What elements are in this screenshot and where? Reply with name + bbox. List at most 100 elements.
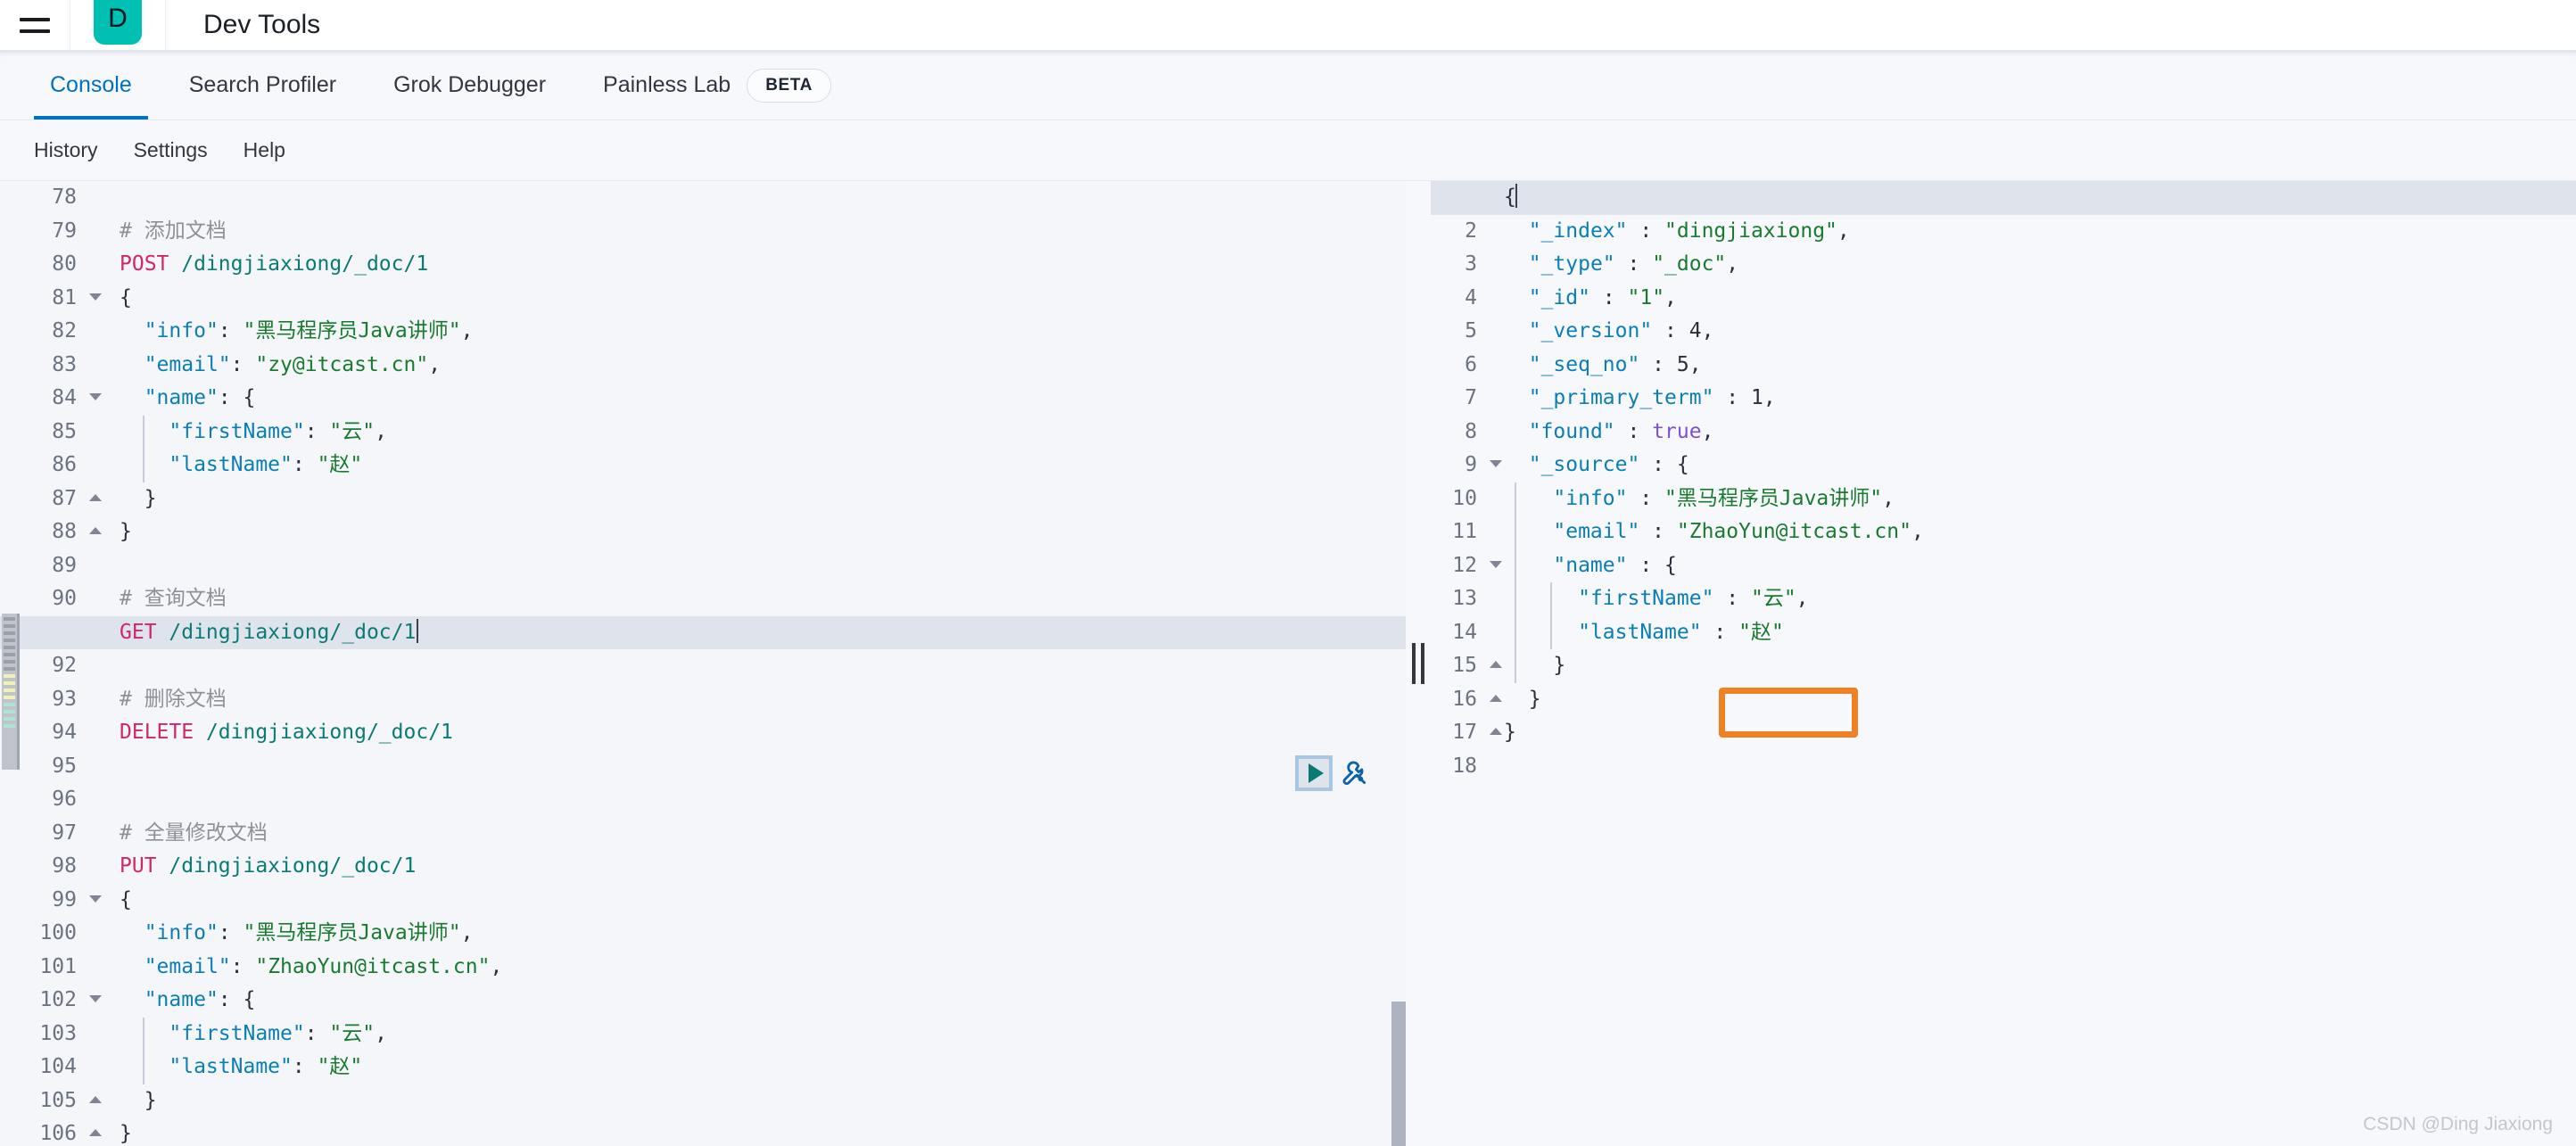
code-token: , [1726,252,1739,276]
send-request-play-icon[interactable] [1295,755,1333,791]
pane-splitter[interactable] [1406,181,1431,1146]
indent-guide [143,415,144,449]
code-line[interactable]: "_primary_term" : 1, [1406,382,2576,416]
code-token: : { [1627,553,1677,577]
code-line[interactable]: { [0,884,1406,918]
code-line[interactable] [1406,750,2576,784]
code-token: "1" [1627,285,1665,309]
response-code-area[interactable]: { "_index" : "dingjiaxiong", "_type" : "… [1406,181,2576,783]
code-line[interactable]: "info": "黑马程序员Java讲师", [0,917,1406,951]
editor-code-area[interactable]: # 添加文档 POST /dingjiaxiong/_doc/1 { "info":… [0,181,1406,1146]
code-token: "lastName" [169,453,293,476]
code-line[interactable]: "_index" : "dingjiaxiong", [1406,215,2576,249]
code-line[interactable]: "name" : { [1406,548,2576,582]
menu-toggle-cell[interactable] [0,0,70,50]
tab-console[interactable]: Console [34,51,148,120]
response-body[interactable]: 123456789101112131415161718 { "_index" :… [1406,181,2576,1146]
code-token: "email" [144,352,231,376]
code-line[interactable]: "info" : "黑马程序员Java讲师", [1406,482,2576,515]
text-cursor [417,618,419,643]
hamburger-icon[interactable] [20,13,50,37]
code-token: # 查询文档 [120,587,227,610]
code-token: "赵" [1738,620,1784,644]
code-line[interactable]: } [1406,716,2576,750]
code-line[interactable]: "email": "zy@itcast.cn", [0,349,1406,383]
code-line[interactable]: "found" : true, [1406,416,2576,449]
code-line[interactable]: # 删除文档 [0,683,1406,717]
code-line[interactable]: } [0,515,1406,549]
request-editor-body[interactable]: 7879808182838485868788899091929394959697… [0,181,1406,1146]
code-line[interactable]: DELETE /dingjiaxiong/_doc/1 [0,716,1406,750]
code-token: "_type" [1528,252,1615,276]
code-line[interactable]: } [1406,649,2576,683]
code-line[interactable] [0,750,1406,784]
code-line[interactable]: "lastName": "赵" [0,449,1406,482]
tab-bar: Console Search Profiler Grok Debugger Pa… [0,51,2576,120]
code-token: "email" [1553,520,1640,543]
code-line[interactable] [0,783,1406,817]
code-token: , [460,921,474,944]
editor-vertical-scrollbar[interactable] [1391,1002,1406,1146]
code-line[interactable]: # 添加文档 [0,215,1406,249]
editor-minimap-scrollbar[interactable] [0,181,24,1146]
code-line[interactable]: "firstName": "云", [0,415,1406,449]
code-line[interactable]: GET /dingjiaxiong/_doc/1 [0,615,1406,649]
code-token: 4 [1688,319,1702,342]
code-line[interactable]: # 全量修改文档 [0,817,1406,851]
code-line[interactable]: } [1406,683,2576,717]
indent-guide [1515,582,1516,616]
code-line[interactable]: } [0,1084,1406,1118]
code-line[interactable]: "_version" : 4, [1406,315,2576,349]
code-line[interactable]: "lastName": "赵" [0,1051,1406,1084]
code-line[interactable]: "info": "黑马程序员Java讲师", [0,315,1406,349]
code-token: : [1713,587,1751,610]
code-token: } [120,486,157,510]
code-line[interactable]: "name": { [0,984,1406,1018]
code-line[interactable]: "firstName" : "云", [1406,582,2576,616]
code-token: /dingjiaxiong/_doc/1 [156,620,417,644]
code-token: "_version" [1528,319,1653,342]
request-line-actions[interactable] [1295,755,1370,791]
menu-item-settings[interactable]: Settings [134,138,208,162]
code-line[interactable]: "firstName": "云", [0,1017,1406,1051]
response-pane[interactable]: 123456789101112131415161718 { "_index" :… [1406,181,2576,1146]
text-cursor [1515,184,1517,208]
splitter-grip-icon[interactable] [1412,643,1424,684]
code-line[interactable]: POST /dingjiaxiong/_doc/1 [0,248,1406,282]
minimap-thumb[interactable] [2,614,20,770]
code-line[interactable]: "_id" : "1", [1406,282,2576,316]
request-editor-pane[interactable]: 7879808182838485868788899091929394959697… [0,181,1406,1146]
code-line[interactable]: "_type" : "_doc", [1406,248,2576,282]
menu-item-history[interactable]: History [34,138,98,162]
minimap-line [4,717,15,721]
code-line[interactable] [0,181,1406,215]
code-line[interactable]: "_seq_no" : 5, [1406,349,2576,383]
code-line[interactable] [0,549,1406,583]
code-line[interactable]: "email": "ZhaoYun@itcast.cn", [0,951,1406,985]
code-line[interactable]: { [0,282,1406,316]
code-line[interactable]: "email" : "ZhaoYun@itcast.cn", [1406,515,2576,549]
code-token: true [1652,419,1702,443]
code-token: : [1627,486,1665,510]
tab-painless-lab[interactable]: Painless Lab BETA [587,51,847,120]
code-token: "云" [329,419,376,443]
code-line[interactable]: PUT /dingjiaxiong/_doc/1 [0,850,1406,884]
code-token: /dingjiaxiong/_doc/1 [169,252,429,276]
console-menu-bar: History Settings Help [0,120,2576,181]
code-line[interactable]: "_source" : { [1406,449,2576,482]
request-options-wrench-icon[interactable] [1340,758,1370,788]
code-line[interactable]: { [1406,181,2576,215]
code-token: "lastName" [169,1055,293,1078]
tab-grok-debugger[interactable]: Grok Debugger [377,51,562,120]
tab-search-profiler[interactable]: Search Profiler [173,51,352,120]
code-line[interactable]: # 查询文档 [0,582,1406,616]
code-line[interactable]: "lastName" : "赵" [1406,615,2576,649]
code-line[interactable]: } [0,1117,1406,1146]
code-line[interactable]: "name": { [0,382,1406,416]
app-logo-cell[interactable]: D [70,0,166,50]
menu-item-help[interactable]: Help [244,138,285,162]
code-line[interactable]: } [0,482,1406,516]
code-line[interactable] [0,649,1406,683]
